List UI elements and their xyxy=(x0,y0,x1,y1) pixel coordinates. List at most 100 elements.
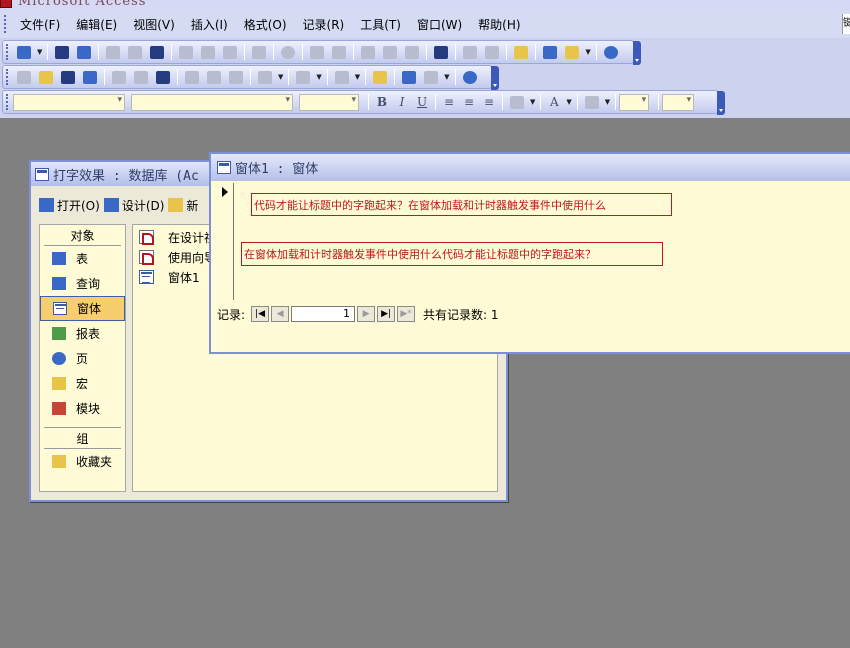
sidebar-item-pages[interactable]: 页 xyxy=(40,346,125,371)
file-search-button[interactable] xyxy=(80,67,100,87)
undo-button[interactable] xyxy=(249,42,269,62)
undo-button[interactable] xyxy=(255,67,275,87)
database-window-button[interactable] xyxy=(540,42,560,62)
objects-header[interactable]: 对象 xyxy=(40,225,125,245)
cut-button[interactable] xyxy=(182,67,202,87)
font-size-combo[interactable] xyxy=(299,93,359,111)
italic-icon[interactable]: I xyxy=(392,95,412,109)
special-effect-combo[interactable] xyxy=(662,93,695,111)
view-button[interactable] xyxy=(14,42,34,62)
menu-insert[interactable]: 插入(I) xyxy=(183,16,236,33)
align-center-icon[interactable]: ≡ xyxy=(459,95,479,109)
help-button[interactable] xyxy=(601,42,621,62)
new-file-button[interactable] xyxy=(14,67,34,87)
groups-header[interactable]: 组 xyxy=(40,428,125,448)
form-window-titlebar[interactable]: 窗体1 : 窗体 xyxy=(211,154,850,181)
analyze-button[interactable] xyxy=(332,67,352,87)
apply-filter-button[interactable] xyxy=(402,42,422,62)
menu-records[interactable]: 记录(R) xyxy=(295,16,353,33)
sidebar-item-modules[interactable]: 模块 xyxy=(40,396,125,421)
line-width-combo[interactable] xyxy=(619,93,650,111)
previous-record-button[interactable]: ◀ xyxy=(271,306,290,322)
new-object-button[interactable] xyxy=(421,67,441,87)
menu-help[interactable]: 帮助(H) xyxy=(470,16,528,33)
toolbar-options-icon[interactable] xyxy=(633,41,641,65)
bold-icon[interactable]: B xyxy=(372,95,392,109)
paste-button[interactable] xyxy=(220,42,240,62)
fill-color-dropdown-icon[interactable]: ▼ xyxy=(530,98,535,106)
line-color-dropdown-icon[interactable]: ▼ xyxy=(605,98,610,106)
print-button[interactable] xyxy=(109,67,129,87)
menubar-grip[interactable] xyxy=(4,15,8,33)
record-selector[interactable] xyxy=(214,183,234,300)
relationships-button[interactable] xyxy=(399,67,419,87)
spelling-button[interactable] xyxy=(153,67,173,87)
copy-button[interactable] xyxy=(198,42,218,62)
sidebar-item-forms[interactable]: 窗体 xyxy=(40,296,125,321)
menu-view[interactable]: 视图(V) xyxy=(125,16,183,33)
print-preview-button[interactable] xyxy=(125,42,145,62)
view-dropdown-icon[interactable]: ▼ xyxy=(37,48,42,56)
font-color-icon[interactable]: A xyxy=(544,95,564,109)
copy-button[interactable] xyxy=(204,67,224,87)
align-right-icon[interactable]: ≡ xyxy=(479,95,499,109)
office-links-button[interactable] xyxy=(293,67,313,87)
open-object-button[interactable]: 打开(O) xyxy=(39,197,100,214)
toolbar-grip[interactable] xyxy=(6,44,9,60)
toolbar-options-icon[interactable] xyxy=(717,91,725,115)
sidebar-item-tables[interactable]: 表 xyxy=(40,246,125,271)
menu-file[interactable]: 文件(F) xyxy=(12,16,68,33)
toolbar-grip[interactable] xyxy=(6,94,9,110)
analyze-dropdown-icon[interactable]: ▼ xyxy=(355,73,360,81)
find-button[interactable] xyxy=(431,42,451,62)
line-color-button[interactable] xyxy=(582,92,602,112)
sort-ascending-button[interactable] xyxy=(307,42,327,62)
file-search-button[interactable] xyxy=(74,42,94,62)
filter-by-form-button[interactable] xyxy=(380,42,400,62)
underline-icon[interactable]: U xyxy=(412,95,432,109)
new-object-dropdown-icon[interactable]: ▼ xyxy=(585,48,590,56)
new-object-button[interactable]: 新 xyxy=(168,197,198,214)
delete-record-button[interactable] xyxy=(482,42,502,62)
new-object-dropdown-icon[interactable]: ▼ xyxy=(444,73,449,81)
open-button[interactable] xyxy=(36,67,56,87)
insert-hyperlink-button[interactable] xyxy=(278,42,298,62)
fill-color-button[interactable] xyxy=(507,92,527,112)
menu-format[interactable]: 格式(O) xyxy=(236,16,295,33)
menu-window[interactable]: 窗口(W) xyxy=(409,16,470,33)
next-record-button[interactable]: ▶ xyxy=(357,306,376,322)
help-question-box[interactable]: 键 xyxy=(842,14,850,34)
font-color-dropdown-icon[interactable]: ▼ xyxy=(566,98,571,106)
toolbar-grip[interactable] xyxy=(6,69,9,85)
design-object-button[interactable]: 设计(D) xyxy=(103,197,164,214)
save-button[interactable] xyxy=(58,67,78,87)
scrolling-label-1[interactable]: 代码才能让标题中的字跑起来？在窗体加载和计时器触发事件中使用什么 xyxy=(251,193,672,216)
sidebar-item-macros[interactable]: 宏 xyxy=(40,371,125,396)
sidebar-item-reports[interactable]: 报表 xyxy=(40,321,125,346)
first-record-button[interactable]: |◀ xyxy=(251,306,270,322)
toolbar-options-icon[interactable] xyxy=(491,66,499,90)
sort-descending-button[interactable] xyxy=(329,42,349,62)
office-links-dropdown-icon[interactable]: ▼ xyxy=(316,73,321,81)
properties-button[interactable] xyxy=(370,67,390,87)
object-combo[interactable] xyxy=(13,93,125,111)
font-name-combo[interactable] xyxy=(131,93,293,111)
filter-by-selection-button[interactable] xyxy=(358,42,378,62)
properties-button[interactable] xyxy=(511,42,531,62)
scrolling-label-2[interactable]: 在窗体加载和计时器触发事件中使用什么代码才能让标题中的字跑起来？ xyxy=(241,242,663,266)
sidebar-item-queries[interactable]: 查询 xyxy=(40,271,125,296)
new-object-button[interactable] xyxy=(562,42,582,62)
print-preview-button[interactable] xyxy=(131,67,151,87)
new-record-button[interactable] xyxy=(460,42,480,62)
spelling-button[interactable] xyxy=(147,42,167,62)
help-button[interactable] xyxy=(460,67,480,87)
sidebar-item-favorites[interactable]: 收藏夹 xyxy=(40,449,125,474)
cut-button[interactable] xyxy=(176,42,196,62)
paste-button[interactable] xyxy=(226,67,246,87)
last-record-button[interactable]: ▶| xyxy=(377,306,396,322)
new-record-nav-button[interactable]: ▶* xyxy=(397,306,416,322)
record-number-field[interactable]: 1 xyxy=(291,306,356,322)
align-left-icon[interactable]: ≡ xyxy=(439,95,459,109)
print-button[interactable] xyxy=(103,42,123,62)
menu-edit[interactable]: 编辑(E) xyxy=(68,16,125,33)
